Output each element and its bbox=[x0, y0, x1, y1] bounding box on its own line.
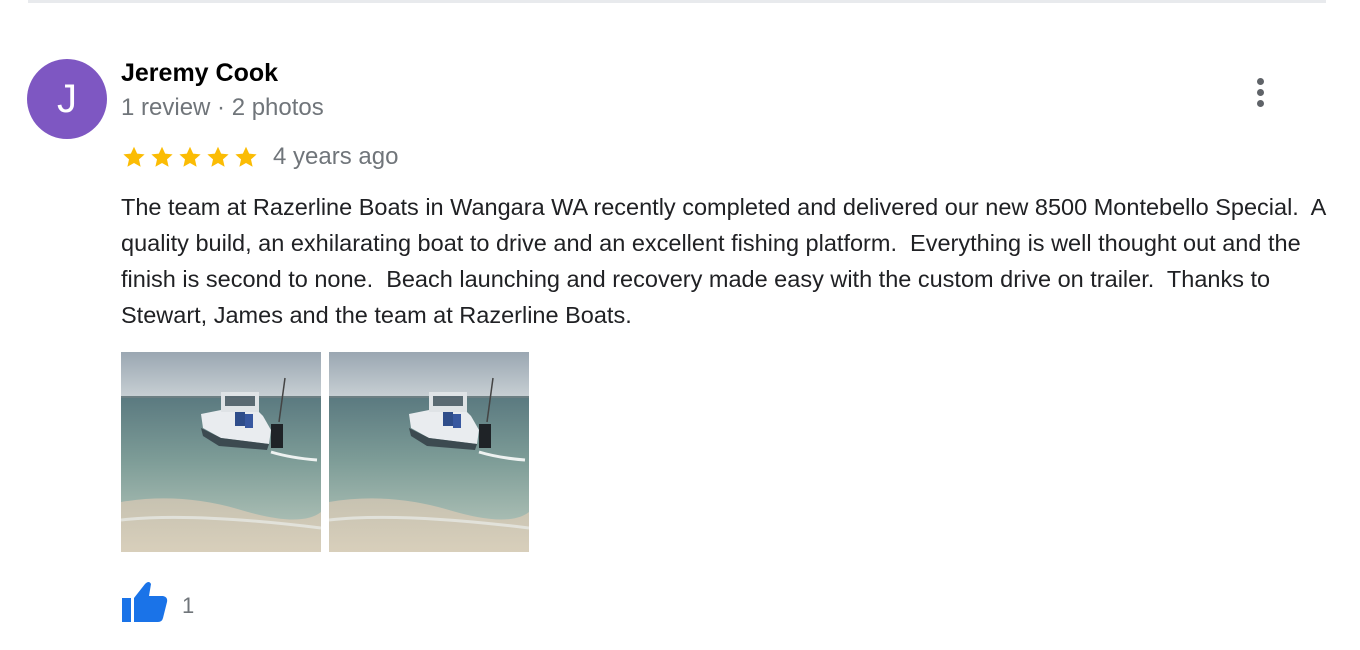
like-count: 1 bbox=[182, 593, 195, 618]
avatar[interactable]: J bbox=[27, 59, 107, 139]
star-icon bbox=[207, 146, 229, 167]
review-photo-2[interactable] bbox=[329, 352, 529, 552]
reviewer-meta: 1 review · 2 photos bbox=[121, 94, 324, 121]
review-photo-1[interactable] bbox=[121, 352, 321, 552]
star-icon bbox=[123, 146, 145, 167]
top-divider bbox=[28, 0, 1326, 3]
boat-photo-icon bbox=[121, 352, 321, 552]
more-options-button[interactable] bbox=[1246, 72, 1276, 112]
star-rating bbox=[121, 144, 259, 170]
star-icon bbox=[151, 146, 173, 167]
like-button[interactable] bbox=[121, 580, 169, 624]
rating-row: 4 years ago bbox=[121, 140, 398, 174]
star-icon bbox=[179, 146, 201, 167]
review-text: The team at Razerline Boats in Wangara W… bbox=[121, 194, 1332, 328]
more-vert-icon bbox=[1257, 78, 1264, 85]
reviewer-name[interactable]: Jeremy Cook bbox=[121, 59, 278, 88]
boat-photo-icon bbox=[329, 352, 529, 552]
star-icon bbox=[235, 146, 257, 167]
review-time: 4 years ago bbox=[273, 143, 399, 170]
thumbs-up-icon bbox=[122, 582, 168, 622]
